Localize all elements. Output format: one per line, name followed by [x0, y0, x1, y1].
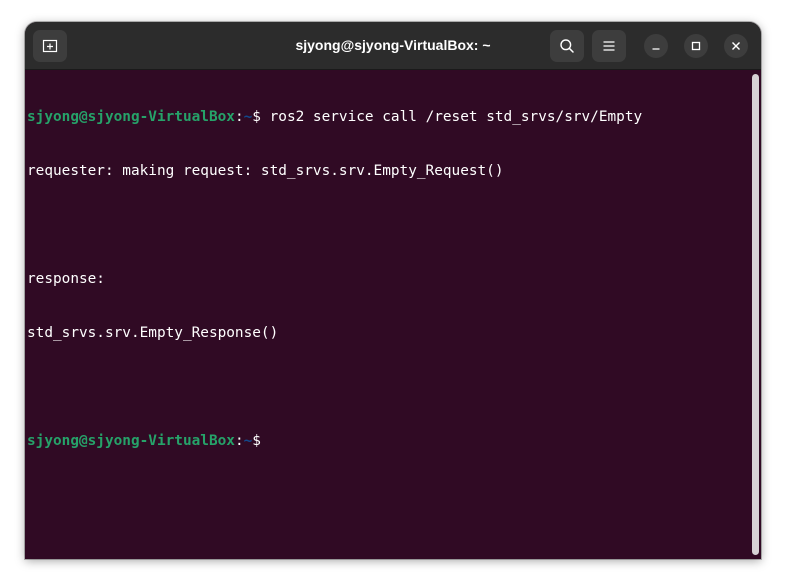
search-icon — [559, 38, 575, 54]
scrollbar[interactable] — [752, 74, 759, 555]
terminal-text: sjyong@sjyong-VirtualBox:~$ ros2 service… — [27, 72, 642, 486]
close-button[interactable] — [724, 34, 748, 58]
prompt-user-host: sjyong@sjyong-VirtualBox — [27, 433, 235, 449]
prompt-separator: : — [234, 109, 244, 125]
prompt-user-host: sjyong@sjyong-VirtualBox — [27, 109, 235, 125]
terminal-line-output — [27, 216, 642, 234]
prompt-symbol: $ — [252, 433, 261, 449]
search-button[interactable] — [550, 30, 584, 62]
close-icon — [731, 41, 741, 51]
terminal-line-output: requester: making request: std_srvs.srv.… — [27, 163, 504, 179]
hamburger-menu-icon — [602, 39, 616, 53]
new-tab-button[interactable] — [33, 30, 67, 62]
menu-button[interactable] — [592, 30, 626, 62]
terminal-line-prompt: sjyong@sjyong-VirtualBox:~$ ros2 service… — [27, 108, 642, 126]
prompt-path: ~ — [243, 109, 253, 125]
command-text: ros2 service call /reset std_srvs/srv/Em… — [260, 109, 643, 125]
terminal-line-output: std_srvs.srv.Empty_Response() — [27, 325, 279, 341]
terminal-line-output: response: — [27, 271, 105, 287]
scrollbar-thumb[interactable] — [752, 74, 759, 555]
maximize-icon — [691, 41, 701, 51]
prompt-separator: : — [234, 433, 244, 449]
prompt-symbol: $ — [252, 109, 261, 125]
maximize-button[interactable] — [684, 34, 708, 58]
terminal-output-area[interactable]: sjyong@sjyong-VirtualBox:~$ ros2 service… — [25, 70, 761, 559]
prompt-path: ~ — [243, 433, 253, 449]
terminal-window: sjyong@sjyong-VirtualBox: ~ sjyong@sjyon… — [25, 22, 761, 559]
minimize-icon — [651, 41, 661, 51]
terminal-line-output — [27, 378, 642, 396]
terminal-line-prompt: sjyong@sjyong-VirtualBox:~$ — [27, 432, 642, 450]
title-bar[interactable]: sjyong@sjyong-VirtualBox: ~ — [25, 22, 761, 70]
new-tab-icon — [42, 38, 58, 54]
minimize-button[interactable] — [644, 34, 668, 58]
